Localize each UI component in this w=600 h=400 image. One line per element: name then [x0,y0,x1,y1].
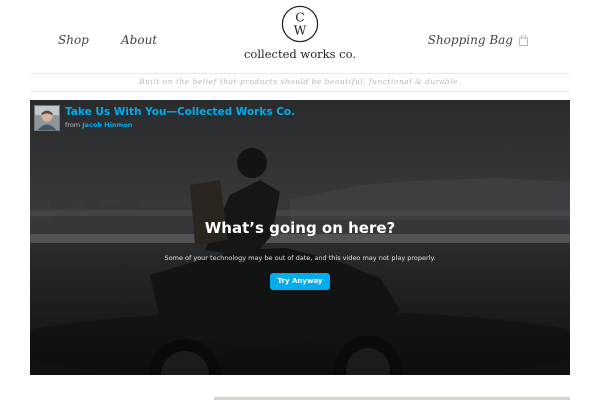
byline-prefix: from [65,121,81,129]
author-avatar[interactable] [34,105,60,131]
nav-about-link[interactable]: About [121,33,157,47]
video-player[interactable]: Take Us With You—Collected Works Co. fro… [30,100,570,375]
shopping-bag-label: Shopping Bag [427,33,513,47]
svg-text:W: W [294,23,307,37]
author-link[interactable]: Jacob Hinmon [82,121,132,129]
header-divider-top [30,73,570,74]
try-anyway-button[interactable]: Try Anyway [270,273,330,290]
nav-shop-link[interactable]: Shop [58,33,89,47]
video-poster-image [30,100,570,375]
error-message: Some of your technology may be out of da… [164,254,436,262]
video-title-link[interactable]: Take Us With You—Collected Works Co. [65,106,295,118]
brand-logo[interactable]: C W collected works co. [240,5,360,61]
video-header: Take Us With You—Collected Works Co. fro… [34,105,295,131]
shopping-bag-icon [519,34,528,46]
brand-tagline: Built on the belief that products should… [139,77,461,86]
error-heading: What’s going on here? [204,219,396,237]
cw-monogram-logo-icon: C W [281,5,319,43]
video-byline: from Jacob Hinmon [65,121,295,129]
brand-wordmark: collected works co. [243,47,357,61]
shopping-bag-link[interactable]: Shopping Bag [428,33,528,47]
header-divider-bottom [30,91,570,92]
